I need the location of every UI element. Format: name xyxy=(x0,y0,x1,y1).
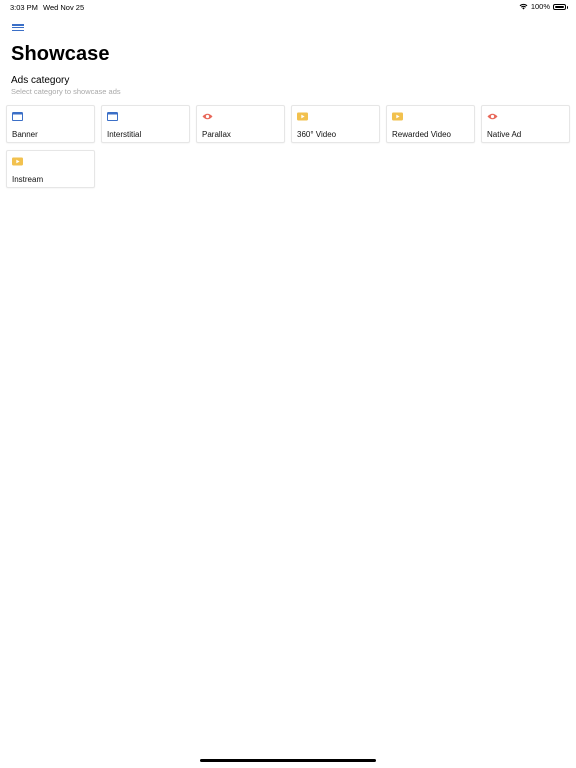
category-label: Rewarded Video xyxy=(392,130,452,139)
hamburger-menu-icon[interactable] xyxy=(12,23,26,33)
category-card-interstitial[interactable]: Interstitial xyxy=(101,105,190,143)
category-card-instream[interactable]: Instream xyxy=(6,150,95,188)
eye-icon xyxy=(202,113,213,120)
category-label: Interstitial xyxy=(107,130,142,139)
category-label: Parallax xyxy=(202,130,231,139)
category-card-parallax[interactable]: Parallax xyxy=(196,105,285,143)
category-label: 360° Video xyxy=(297,130,337,139)
category-card-banner[interactable]: Banner xyxy=(6,105,95,143)
video-play-icon xyxy=(12,157,23,166)
battery-icon xyxy=(553,3,568,10)
status-date: Wed Nov 25 xyxy=(43,3,85,12)
home-indicator[interactable] xyxy=(200,759,376,762)
category-card-360-video[interactable]: 360° Video xyxy=(291,105,380,143)
category-label: Native Ad xyxy=(487,130,522,139)
category-card-native-ad[interactable]: Native Ad xyxy=(481,105,570,143)
page-title: Showcase xyxy=(11,43,110,65)
video-play-icon xyxy=(392,112,403,121)
category-label: Banner xyxy=(12,130,38,139)
status-bar: 3:03 PM Wed Nov 25 100% xyxy=(0,0,576,14)
status-time: 3:03 PM xyxy=(10,3,38,12)
section-title: Ads category xyxy=(11,75,70,86)
window-icon xyxy=(107,112,118,121)
eye-icon xyxy=(487,113,498,120)
video-play-icon xyxy=(297,112,308,121)
status-indicators: 100% xyxy=(519,2,568,11)
battery-percent: 100% xyxy=(530,2,550,11)
window-icon xyxy=(12,112,23,121)
category-label: Instream xyxy=(12,175,44,184)
category-card-rewarded-video[interactable]: Rewarded Video xyxy=(386,105,475,143)
section-subtitle: Select category to showcase ads xyxy=(11,87,121,96)
wifi-icon xyxy=(519,3,528,10)
